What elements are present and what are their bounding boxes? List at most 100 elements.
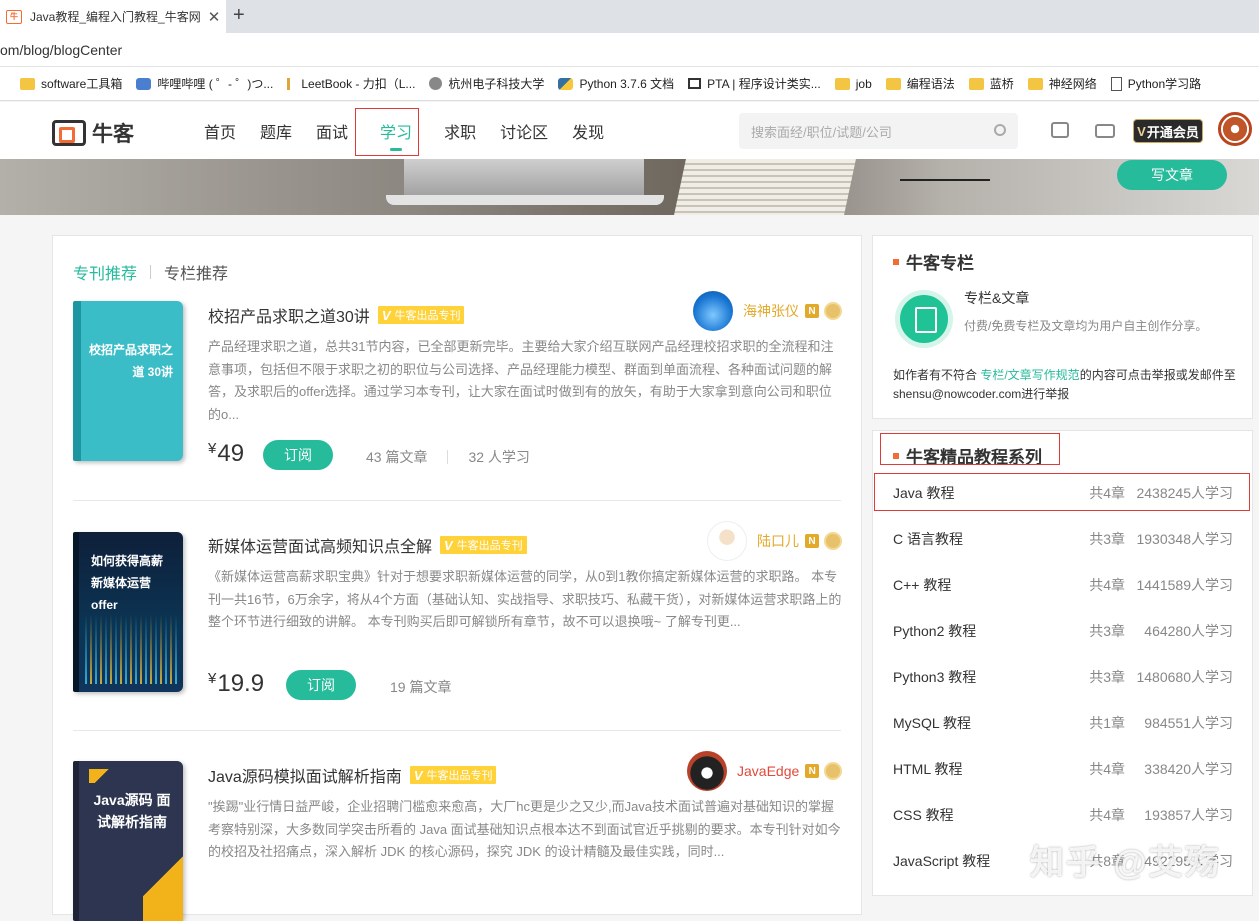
column-article-icon[interactable] — [895, 290, 953, 348]
bookmark-item[interactable]: 编程语法 — [885, 75, 955, 92]
column-title[interactable]: 新媒体运营面试高频知识点全解 V 牛客出品专刊 — [208, 533, 527, 557]
write-article-button[interactable]: 写文章 — [1117, 160, 1227, 190]
column-description: 《新媒体运营高薪求职宝典》针对于想要求职新媒体运营的同学，从0到1教你搞定新媒体… — [208, 569, 842, 629]
cover-text: Java源码 面试解析指南 — [93, 792, 171, 830]
browser-tab-bar: 牛 Java教程_编程入门教程_牛客网 ✕ + — [0, 0, 1259, 33]
paper-stack-graphic — [674, 159, 856, 215]
recruit-icon[interactable] — [1051, 122, 1069, 138]
nav-item-questions[interactable]: 题库 — [260, 102, 292, 159]
n-level-icon: N — [805, 764, 820, 778]
column-cover[interactable]: Java源码 面试解析指南 — [73, 761, 183, 921]
bookmark-label: job — [855, 76, 872, 91]
new-tab-button[interactable]: + — [233, 4, 245, 27]
bookmark-label: PTA | 程序设计类实... — [707, 77, 821, 91]
search-placeholder: 搜索面经/职位/试题/公司 — [751, 124, 892, 140]
bookmark-item[interactable]: Python 3.7.6 文档 — [558, 75, 674, 92]
writing-rules-link[interactable]: 专栏/文章写作规范 — [980, 368, 1079, 382]
bookmark-item[interactable]: 蓝桥 — [968, 75, 1014, 92]
main-card: 专刊推荐 专栏推荐 校招产品求职之道 30讲 校招产品求职之道30讲 V 牛客出品… — [52, 235, 862, 921]
bilibili-icon — [136, 77, 152, 90]
bookmark-item[interactable] — [0, 78, 6, 90]
tutorial-item-html[interactable]: HTML 教程 共4章 338420人学习 — [893, 759, 1233, 779]
tutorial-learners: 984551人学习 — [1144, 715, 1233, 731]
search-input[interactable]: 搜索面经/职位/试题/公司 — [739, 113, 1018, 149]
bookmark-item[interactable]: 杭州电子科技大学 — [429, 75, 544, 92]
article-count: 43 篇文章 — [366, 449, 428, 465]
tutorial-item-mysql[interactable]: MySQL 教程 共1章 984551人学习 — [893, 713, 1233, 733]
nav-item-discuss[interactable]: 讨论区 — [500, 102, 548, 159]
leetcode-icon — [287, 77, 295, 90]
highlight-box-java-tutorial — [874, 473, 1250, 511]
tab-separator — [150, 265, 152, 279]
pta-icon — [688, 78, 702, 89]
column-cover[interactable]: 如何获得高薪 新媒体运营offer — [73, 532, 183, 692]
column-price: ¥ 49 — [208, 440, 244, 468]
column-title-text: 校招产品求职之道30讲 — [208, 309, 370, 326]
tutorial-item-c[interactable]: C 语言教程 共3章 1930348人学习 — [893, 529, 1233, 549]
nav-item-jobs[interactable]: 求职 — [444, 102, 476, 159]
column-title[interactable]: Java源码模拟面试解析指南 V 牛客出品专刊 — [208, 763, 497, 787]
bookmark-label: 神经网络 — [1048, 77, 1097, 91]
folder-icon — [1027, 77, 1043, 90]
tab-journal-recommend[interactable]: 专刊推荐 — [73, 260, 137, 284]
url-text[interactable]: om/blog/blogCenter — [0, 42, 122, 58]
bookmarks-bar: software工具箱 哔哩哔哩 ( ゜- ゜)つ... LeetBook - … — [0, 67, 1259, 101]
folder-icon — [885, 77, 901, 90]
tutorial-item-python2[interactable]: Python2 教程 共3章 464280人学习 — [893, 621, 1233, 641]
bookmark-item[interactable]: LeetBook - 力扣（L... — [287, 75, 415, 92]
folder-icon — [968, 77, 984, 90]
tutorial-chapters: 共3章 — [1089, 669, 1125, 685]
bookmark-item[interactable]: 哔哩哔哩 ( ゜- ゜)つ... — [136, 75, 273, 92]
university-icon — [429, 77, 443, 90]
column-article-title[interactable]: 专栏&文章 — [964, 288, 1029, 308]
author-name[interactable]: JavaEdge — [737, 763, 799, 779]
bookmark-item[interactable]: job — [834, 76, 872, 91]
author-avatar[interactable] — [693, 291, 733, 331]
author-info[interactable]: JavaEdge N — [687, 751, 843, 791]
item-divider — [73, 730, 841, 731]
currency-symbol: ¥ — [208, 670, 217, 687]
watermark-text: 知乎 @艾殇 — [1030, 844, 1221, 882]
note-prefix: 如作者有不符合 — [893, 368, 981, 382]
author-avatar[interactable] — [687, 751, 727, 791]
logo-text: 牛客 — [92, 123, 134, 146]
author-name[interactable]: 海神张仪 — [743, 301, 799, 321]
bookmark-item[interactable]: PTA | 程序设计类实... — [688, 75, 821, 92]
bookmark-item[interactable]: Python学习路 — [1110, 75, 1201, 92]
site-header: 牛客 首页 题库 面试 学习 求职 讨论区 发现 — [0, 102, 1259, 159]
nav-item-home[interactable]: 首页 — [204, 102, 236, 159]
column-cover[interactable]: 校招产品求职之道 30讲 — [73, 301, 183, 461]
close-tab-icon[interactable]: ✕ — [202, 8, 226, 26]
bookmark-label: 杭州电子科技大学 — [448, 77, 545, 91]
tutorial-name: C 语言教程 — [893, 531, 963, 547]
tutorial-name: MySQL 教程 — [893, 715, 972, 731]
tutorial-name: HTML 教程 — [893, 761, 963, 777]
tutorial-item-css[interactable]: CSS 教程 共4章 193857人学习 — [893, 805, 1233, 825]
tutorial-item-cpp[interactable]: C++ 教程 共4章 1441589人学习 — [893, 575, 1233, 595]
search-icon[interactable] — [994, 124, 1006, 136]
address-bar[interactable]: om/blog/blogCenter — [0, 33, 1259, 67]
nowcoder-logo[interactable]: 牛客 — [52, 118, 134, 148]
nav-item-discover[interactable]: 发现 — [572, 102, 604, 159]
user-avatar[interactable] — [1218, 112, 1252, 146]
subscribe-button[interactable]: 订阅 — [286, 670, 356, 700]
tutorial-item-python3[interactable]: Python3 教程 共3章 1480680人学习 — [893, 667, 1233, 687]
browser-tab[interactable]: 牛 Java教程_编程入门教程_牛客网 ✕ — [0, 0, 226, 33]
tutorial-chapters: 共3章 — [1089, 623, 1125, 639]
vip-button[interactable]: V 开通会员 — [1133, 119, 1203, 143]
badge-label: 牛客出品专刊 — [426, 770, 493, 782]
tutorial-chapters: 共3章 — [1089, 531, 1125, 547]
column-title[interactable]: 校招产品求职之道30讲 V 牛客出品专刊 — [208, 303, 465, 327]
bookmark-item[interactable]: software工具箱 — [20, 75, 122, 92]
author-info[interactable]: 陆口儿 N — [707, 521, 842, 561]
tab-column-recommend[interactable]: 专栏推荐 — [164, 260, 228, 284]
column-description: "挨踢"业行情日益严峻，企业招聘门槛愈来愈高，大厂hc更是少之又少,而Java技… — [208, 799, 841, 859]
bookmark-item[interactable]: 神经网络 — [1027, 75, 1097, 92]
author-info[interactable]: 海神张仪 N — [693, 291, 842, 331]
author-name[interactable]: 陆口儿 — [757, 531, 799, 551]
subscribe-button[interactable]: 订阅 — [263, 440, 333, 470]
author-avatar[interactable] — [707, 521, 747, 561]
mail-icon[interactable] — [1095, 124, 1115, 138]
nav-item-interview[interactable]: 面试 — [316, 102, 348, 159]
cover-accent-graphic — [143, 831, 183, 921]
